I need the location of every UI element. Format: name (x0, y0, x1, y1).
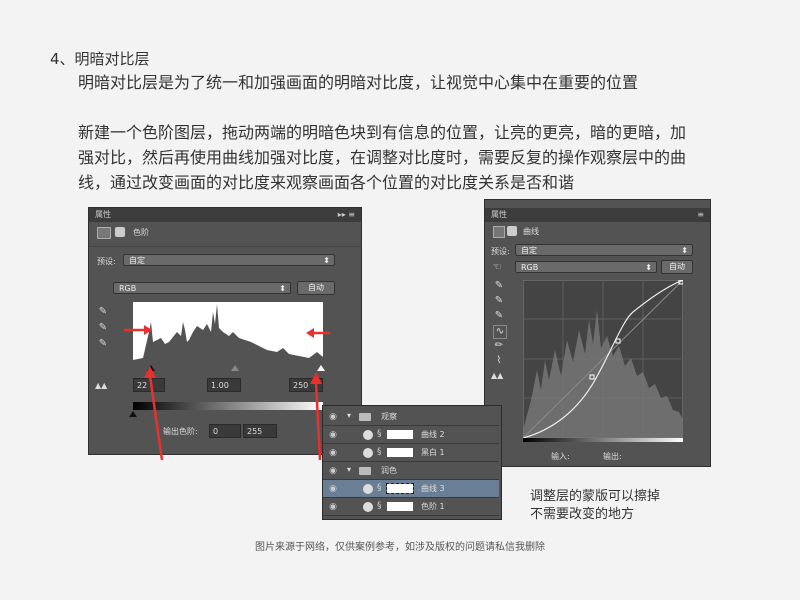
image-credit: 图片来源于网络，仅供案例参考，如涉及版权的问题请私信我删除 (255, 542, 545, 553)
visibility-eye-icon[interactable]: ◉ (327, 465, 339, 477)
right-vertical-arrow-head (310, 372, 322, 384)
black-eyedropper-icon[interactable]: ✎ (97, 306, 109, 318)
layer-row-curves-2[interactable]: ◉ § 曲线 2 (323, 426, 499, 444)
right-arrow-head (306, 328, 314, 338)
curves-output-label: 输出: (603, 452, 622, 461)
levels-header: 色阶 (95, 226, 355, 240)
layer-name: 润色 (381, 466, 397, 475)
layer-row-group-observe[interactable]: ◉ ▾ 观察 (323, 408, 499, 426)
gray-eyedropper-icon[interactable]: ✎ (97, 322, 109, 334)
visibility-eye-icon[interactable]: ◉ (327, 483, 339, 495)
mask-icon[interactable] (115, 227, 125, 237)
gray-eyedropper-icon[interactable]: ✎ (493, 295, 505, 307)
layer-row-bw-1[interactable]: ◉ § 黑白 1 (323, 444, 499, 462)
curves-gradient-bar (523, 438, 683, 442)
smooth-icon[interactable]: ⌇ (493, 355, 505, 367)
curves-channel-value: RGB (521, 263, 539, 272)
layer-mask-thumbnail[interactable] (387, 502, 413, 511)
annotation-arrows (124, 325, 330, 461)
left-vertical-arrow (148, 375, 164, 461)
heading: 4、明暗对比层 (50, 50, 150, 68)
link-chain-icon[interactable]: § (377, 483, 382, 493)
layer-name: 曲线 3 (421, 484, 445, 493)
visibility-eye-icon[interactable]: ◉ (327, 501, 339, 513)
channel-value: RGB (119, 284, 137, 293)
pencil-icon[interactable]: ✏ (493, 340, 505, 352)
layer-name: 观察 (381, 412, 397, 421)
white-eyedropper-icon[interactable]: ✎ (493, 310, 505, 322)
folder-icon (359, 413, 371, 421)
curves-auto-button[interactable]: 自动 (661, 260, 693, 274)
adjustment-layer-icon (363, 430, 373, 440)
visibility-eye-icon[interactable]: ◉ (327, 429, 339, 441)
levels-tab-title[interactable]: 属性 (95, 210, 111, 219)
curves-tab-bar: 属性 ≡ (485, 208, 710, 222)
left-arrow-head (144, 325, 152, 335)
dropdown-arrow-icon: ⬍ (681, 246, 688, 255)
folder-icon (359, 467, 371, 475)
auto-button[interactable]: 自动 (297, 281, 335, 295)
group-expand-arrow-icon[interactable]: ▾ (347, 465, 351, 474)
channel-dropdown[interactable]: RGB ⬍ (113, 282, 291, 294)
link-chain-icon[interactable]: § (377, 501, 382, 511)
panel-menu-icon[interactable]: ≡ (697, 208, 704, 222)
layer-mask-thumbnail[interactable] (387, 448, 413, 457)
preset-dropdown[interactable]: 自定 ⬍ (123, 254, 335, 266)
panel-menu-icon[interactable]: ▸▸ ≡ (338, 208, 355, 222)
dropdown-arrow-icon: ⬍ (645, 263, 652, 272)
layer-row-levels-1[interactable]: ◉ § 色阶 1 (323, 498, 499, 516)
curves-panel-title: 曲线 (523, 227, 539, 236)
adjustment-layer-icon (363, 502, 373, 512)
layer-name: 曲线 2 (421, 430, 445, 439)
curves-properties-panel: 属性 ≡ 曲线 预设: 自定 ⬍ ☜ RGB ⬍ 自动 ✎ ✎ ✎ ∿ ✏ ⌇ … (484, 199, 711, 467)
dropdown-arrow-icon: ⬍ (323, 256, 330, 265)
curves-input-label: 输入: (551, 452, 570, 461)
levels-panel-title: 色阶 (133, 228, 149, 237)
mask-note-line-1: 调整层的蒙版可以擦掉 (530, 489, 661, 504)
curves-target-icon[interactable]: ☜ (491, 262, 503, 274)
curves-graph (523, 280, 683, 438)
layer-name: 黑白 1 (421, 448, 445, 457)
body-line-3: 线，通过改变画面的对比度来观察画面各个位置的对比度关系是否和谐 (78, 173, 575, 192)
link-chain-icon[interactable]: § (377, 429, 382, 439)
visibility-eye-icon[interactable]: ◉ (327, 411, 339, 423)
layers-panel: ◉ ▾ 观察 ◉ § 曲线 2 ◉ § 黑白 1 ◉ ▾ 润色 ◉ § 曲线 3… (322, 405, 502, 520)
layer-row-group-retouch[interactable]: ◉ ▾ 润色 (323, 462, 499, 480)
curve-edit-icon[interactable]: ∿ (493, 325, 507, 339)
curves-channel-dropdown[interactable]: RGB ⬍ (515, 261, 657, 273)
preset-label: 预设: (97, 257, 116, 266)
mask-icon[interactable] (507, 226, 517, 236)
adjustment-layer-icon (363, 448, 373, 458)
divider (89, 246, 361, 247)
white-eyedropper-icon[interactable]: ✎ (97, 338, 109, 350)
curves-tab-title[interactable]: 属性 (491, 210, 507, 219)
dropdown-arrow-icon: ⬍ (279, 284, 286, 293)
layer-mask-thumbnail[interactable] (387, 430, 413, 439)
clipping-warning-icon[interactable]: ▲▲ (95, 380, 107, 392)
levels-adjustment-icon (97, 227, 111, 239)
intro-paragraph: 明暗对比层是为了统一和加强画面的明暗对比度，让视觉中心集中在重要的位置 (78, 73, 639, 92)
curves-preset-dropdown[interactable]: 自定 ⬍ (515, 244, 693, 256)
curves-adjustment-icon (493, 226, 505, 238)
left-vertical-arrow-head (144, 366, 156, 378)
body-line-2: 强对比，然后再使用曲线加强对比度，在调整对比度时，需要反复的操作观察层中的曲 (78, 148, 687, 167)
preset-value: 自定 (129, 256, 145, 265)
curves-header: 曲线 (491, 225, 691, 239)
curves-preset-value: 自定 (521, 246, 537, 255)
group-expand-arrow-icon[interactable]: ▾ (347, 411, 351, 420)
clipping-warning-icon[interactable]: ▲▲ (491, 370, 503, 382)
layer-row-curves-3[interactable]: ◉ § 曲线 3 (323, 480, 499, 498)
levels-tab-bar: 属性 ▸▸ ≡ (89, 208, 361, 222)
visibility-eye-icon[interactable]: ◉ (327, 447, 339, 459)
right-vertical-arrow (314, 381, 322, 461)
curves-preset-label: 预设: (491, 247, 510, 256)
adjustment-layer-icon (363, 484, 373, 494)
body-line-1: 新建一个色阶图层，拖动两端的明暗色块到有信息的位置，让亮的更亮，暗的更暗，加 (78, 123, 687, 142)
layer-name: 色阶 1 (421, 502, 445, 511)
link-chain-icon[interactable]: § (377, 447, 382, 457)
layer-mask-thumbnail[interactable] (386, 483, 414, 494)
black-eyedropper-icon[interactable]: ✎ (493, 280, 505, 292)
mask-note-line-2: 不需要改变的地方 (530, 507, 635, 522)
